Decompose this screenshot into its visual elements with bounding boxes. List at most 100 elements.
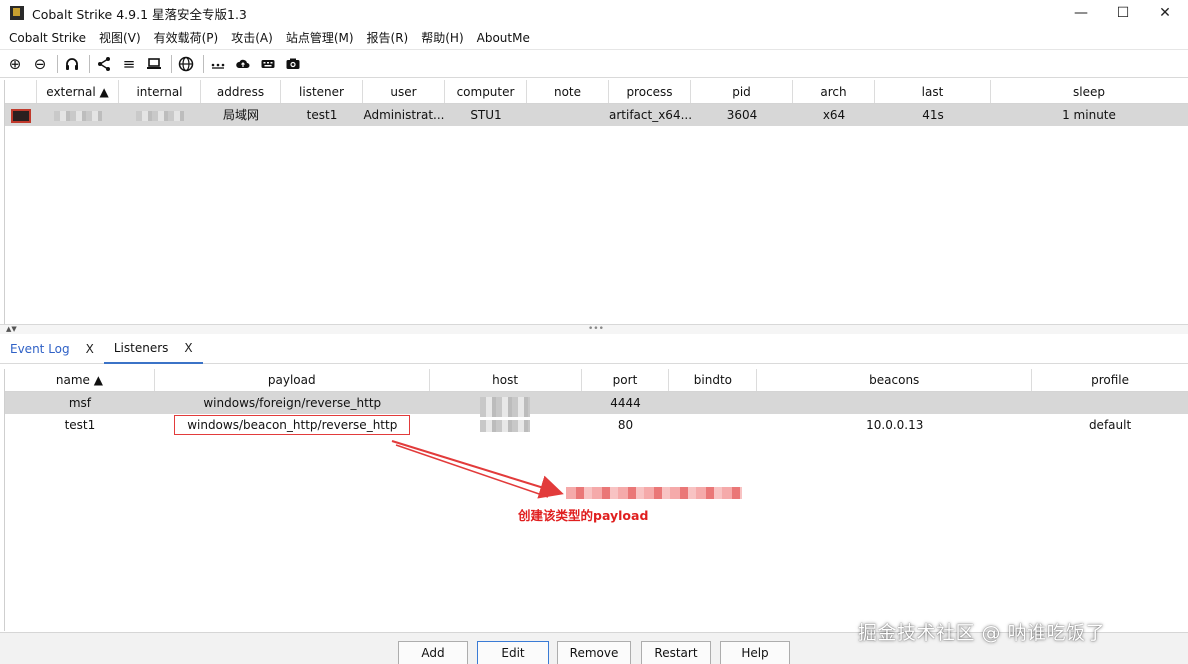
list-icon[interactable]: ≡	[118, 53, 140, 75]
cell-port: 80	[617, 418, 634, 432]
cloud-upload-icon[interactable]	[232, 53, 254, 75]
column-header-user[interactable]: user	[363, 80, 445, 103]
toolbar-divider	[203, 54, 204, 73]
redacted-internal-ip	[119, 104, 201, 126]
pane-splitter[interactable]: ▲▼ •••	[0, 324, 1188, 334]
cell-sleep: 1 minute	[1062, 108, 1116, 122]
column-header-last[interactable]: last	[875, 80, 991, 103]
redacted-external-ip	[37, 104, 119, 126]
menu-bar: Cobalt Strike 视图(V) 有效载荷(P) 攻击(A) 站点管理(M…	[0, 26, 1188, 50]
dots-icon[interactable]	[207, 53, 229, 75]
remove-button[interactable]: Remove	[557, 641, 631, 664]
menu-help[interactable]: 帮助(H)	[416, 29, 468, 46]
column-header-host[interactable]: host	[430, 369, 582, 391]
redacted-host	[480, 420, 530, 432]
cell-name: msf	[68, 396, 92, 410]
minus-circle-icon[interactable]: ⊖	[29, 53, 51, 75]
cell-payload: windows/foreign/reverse_http	[203, 396, 382, 410]
window-title: Cobalt Strike 4.9.1 星落安全专版1.3	[32, 6, 247, 22]
cell-payload-highlighted: windows/beacon_http/reverse_http	[155, 414, 430, 436]
menu-reporting[interactable]: 报告(R)	[362, 29, 414, 46]
menu-about-me[interactable]: AboutMe	[472, 31, 535, 45]
toolbar-divider	[89, 54, 90, 73]
menu-site-management[interactable]: 站点管理(M)	[281, 29, 359, 46]
cell-name: test1	[64, 418, 96, 432]
column-header-computer[interactable]: computer	[445, 80, 527, 103]
title-bar: Cobalt Strike 4.9.1 星落安全专版1.3 — ☐ ✕	[0, 0, 1188, 26]
column-header-port[interactable]: port	[582, 369, 670, 391]
table-row[interactable]: 局域网 test1 Administrat... STU1 artifact_x…	[5, 104, 1188, 126]
cell-pid: 3604	[726, 108, 758, 122]
cell-bindto	[669, 414, 757, 436]
column-header-note[interactable]: note	[527, 80, 609, 103]
menu-attacks[interactable]: 攻击(A)	[226, 29, 278, 46]
cell-last: 41s	[922, 108, 944, 122]
beacon-table: external ▲ internal address listener use…	[4, 80, 1188, 324]
maximize-button[interactable]: ☐	[1100, 0, 1146, 26]
tab-listeners-label[interactable]: Listeners	[114, 341, 169, 355]
column-header-profile[interactable]: profile	[1032, 369, 1188, 391]
redacted-annotation	[566, 487, 742, 499]
payload-highlight-box: windows/beacon_http/reverse_http	[174, 415, 411, 435]
column-header-internal[interactable]: internal	[119, 80, 201, 103]
camera-icon[interactable]	[282, 53, 304, 75]
close-button[interactable]: ✕	[1142, 0, 1188, 26]
cell-note	[527, 104, 609, 126]
tab-bar: Event Log X Listeners X	[0, 334, 1188, 364]
column-header-external[interactable]: external ▲	[37, 80, 119, 103]
column-header-name[interactable]: name ▲	[5, 369, 155, 391]
cell-address: 局域网	[222, 108, 259, 122]
toolbar-divider	[57, 54, 58, 73]
cell-beacons	[757, 392, 1032, 414]
table-row[interactable]: msf windows/foreign/reverse_http 4444	[5, 392, 1188, 414]
menu-payloads[interactable]: 有效载荷(P)	[149, 29, 224, 46]
cell-profile: default	[1088, 418, 1132, 432]
beacon-session-icon	[5, 104, 37, 126]
toolbar: ⊕ ⊖ ≡	[0, 50, 1188, 78]
edit-button[interactable]: Edit	[477, 641, 549, 664]
tab-event-log[interactable]: Event Log X	[0, 334, 104, 364]
menu-view[interactable]: 视图(V)	[94, 29, 146, 46]
watermark: 掘金技术社区 @ 呐谁吃饭了	[858, 622, 1106, 644]
plus-circle-icon[interactable]: ⊕	[4, 53, 26, 75]
cell-beacons: 10.0.0.13	[866, 418, 924, 432]
cell-computer: STU1	[470, 108, 502, 122]
cell-profile	[1032, 392, 1188, 414]
minimize-button[interactable]: —	[1058, 0, 1104, 26]
cell-arch: x64	[822, 108, 846, 122]
share-icon[interactable]	[93, 53, 115, 75]
app-logo-icon	[10, 6, 24, 20]
column-header-process[interactable]: process	[609, 80, 691, 103]
splitter-grip-icon[interactable]: •••	[588, 325, 604, 334]
laptop-icon[interactable]	[143, 53, 165, 75]
cell-process: artifact_x64....	[609, 108, 691, 122]
cell-bindto	[669, 392, 757, 414]
column-header-beacons[interactable]: beacons	[757, 369, 1033, 391]
column-header-arch[interactable]: arch	[793, 80, 875, 103]
listeners-table-header: name ▲ payload host port bindto beacons …	[5, 369, 1188, 392]
globe-icon[interactable]	[175, 53, 197, 75]
restart-button[interactable]: Restart	[641, 641, 711, 664]
add-button[interactable]: Add	[398, 641, 468, 664]
column-header-icon[interactable]	[5, 80, 37, 103]
table-row[interactable]: test1 windows/beacon_http/reverse_http 8…	[5, 414, 1188, 436]
keyboard-icon[interactable]	[257, 53, 279, 75]
cell-user: Administrat...	[363, 108, 445, 122]
annotation-label: 创建该类型的payload	[518, 508, 649, 523]
beacon-table-header: external ▲ internal address listener use…	[5, 80, 1188, 104]
column-header-payload[interactable]: payload	[155, 369, 430, 391]
help-button[interactable]: Help	[720, 641, 790, 664]
column-header-address[interactable]: address	[201, 80, 281, 103]
headphones-icon[interactable]	[61, 53, 83, 75]
tab-event-log-close-button[interactable]: X	[86, 342, 94, 356]
cell-listener: test1	[306, 108, 338, 122]
toolbar-divider	[171, 54, 172, 73]
tab-listeners-close-button[interactable]: X	[184, 341, 192, 355]
tab-listeners[interactable]: Listeners X	[103, 334, 203, 364]
column-header-pid[interactable]: pid	[691, 80, 793, 103]
column-header-sleep[interactable]: sleep	[991, 80, 1187, 103]
column-header-listener[interactable]: listener	[281, 80, 363, 103]
tab-event-log-label[interactable]: Event Log	[10, 342, 70, 356]
menu-cobalt-strike[interactable]: Cobalt Strike	[4, 31, 91, 45]
column-header-bindto[interactable]: bindto	[669, 369, 758, 391]
